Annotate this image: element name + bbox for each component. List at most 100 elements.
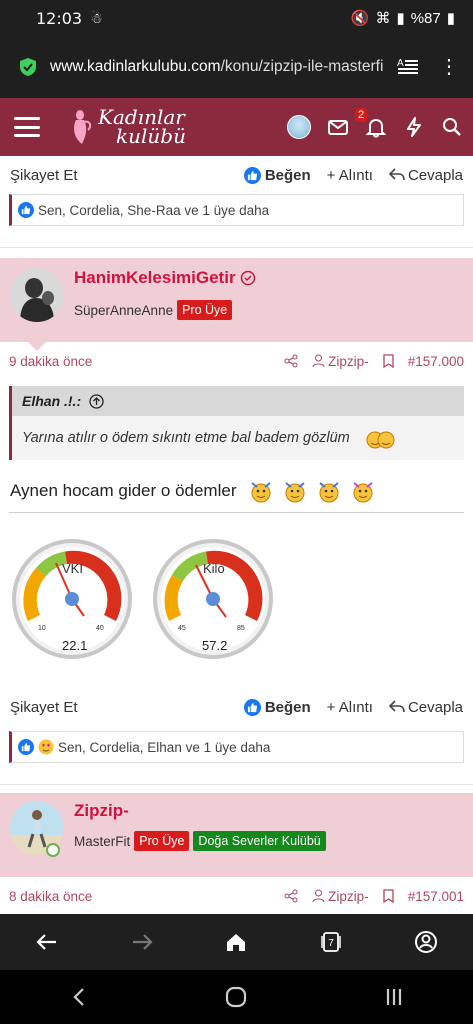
post-actions: Şikayet Et Beğen + Alıntı Cevapla — [0, 687, 473, 727]
mail-icon[interactable] — [327, 116, 349, 138]
battery-level: %87 — [410, 9, 441, 27]
post-username[interactable]: HanimKelesimiGetir — [74, 268, 256, 288]
kilo-label: Kilo — [203, 561, 225, 576]
url-domain: www.kadinlarkulubu.com — [50, 58, 221, 75]
reaction-summary[interactable]: Sen, Cordelia, Elhan ve 1 üye daha — [9, 731, 464, 763]
svg-text:7: 7 — [328, 938, 334, 949]
gauges-svg: VKI 10 40 22.1 Kilo 45 85 57.2 — [12, 539, 273, 659]
signal-icon: ▮ — [396, 10, 405, 27]
account-icon[interactable] — [413, 929, 439, 955]
status-time: 12:03 — [36, 8, 83, 28]
forward-arrow-icon[interactable] — [129, 929, 155, 955]
next-post-time[interactable]: 8 dakika önce — [9, 889, 92, 904]
notifications-button[interactable]: 2 — [355, 108, 387, 138]
vki-max: 40 — [96, 625, 104, 632]
verified-icon — [240, 270, 255, 286]
like-label: Beğen — [264, 166, 311, 184]
back-arrow-icon[interactable] — [34, 929, 60, 955]
next-post-header: Zipzip- MasterFit Pro Üye Doğa Severler … — [0, 793, 473, 877]
site-logo[interactable]: Kadınlar kulübü — [70, 107, 186, 148]
love-reaction-icon — [38, 739, 54, 755]
quote-header[interactable]: Elhan .!.: — [12, 386, 464, 416]
report-button[interactable]: Şikayet Et — [10, 699, 78, 716]
quote-body: Yarına atılır o ödem sıkıntı etme bal ba… — [12, 416, 464, 460]
post-avatar[interactable] — [10, 268, 64, 322]
smiley-icon — [250, 482, 271, 503]
status-right: 🔇 ⌘ ▮ %87 ▮ — [350, 9, 455, 28]
user-title: SüperAnneAnne — [74, 302, 174, 318]
post-header: HanimKelesimiGetir SüperAnneAnne Pro Üye — [0, 258, 473, 351]
pro-badge: Pro Üye — [134, 831, 190, 851]
user-icon — [312, 889, 325, 903]
site-header: Kadınlar kulübü 2 — [0, 98, 473, 156]
user-icon — [312, 354, 325, 368]
quote-button[interactable]: + Alıntı — [327, 167, 373, 184]
reaction-summary[interactable]: Sen, Cordelia, She-Raa ve 1 üye daha — [9, 194, 464, 226]
like-button[interactable]: Beğen — [243, 166, 311, 184]
bookmark-icon[interactable] — [383, 889, 394, 903]
tabs-icon: 7 — [321, 932, 341, 952]
bookmark-icon[interactable] — [383, 354, 394, 368]
post-time[interactable]: 9 dakika önce — [9, 354, 92, 369]
share-icon[interactable] — [284, 354, 298, 368]
smiley-icon — [318, 482, 339, 503]
menu-icon[interactable] — [14, 117, 40, 137]
thread-content: Şikayet Et Beğen + Alıntı Cevapla Sen, C… — [0, 156, 473, 914]
system-home-icon[interactable] — [223, 984, 249, 1010]
reaction-users: Sen, Cordelia, She-Raa ve 1 üye daha — [38, 202, 270, 218]
prev-post-actions: Şikayet Et Beğen + Alıntı Cevapla — [0, 156, 473, 194]
header-icons: 2 — [287, 108, 463, 139]
quote-button[interactable]: + Alıntı — [327, 699, 373, 716]
post-meta: 9 dakika önce Zipzip- #157.000 — [0, 342, 473, 380]
like-reaction-icon — [18, 739, 34, 755]
thread-author-link[interactable]: Zipzip- — [312, 354, 369, 369]
post-separator — [0, 226, 473, 248]
club-badge: Doğa Severler Kulübü — [193, 831, 326, 851]
reply-button[interactable]: Cevapla — [388, 698, 463, 716]
system-back-icon[interactable] — [66, 984, 92, 1010]
search-icon[interactable] — [441, 116, 463, 138]
reply-label: Cevapla — [407, 698, 463, 716]
signature-gauges: VKI 10 40 22.1 Kilo 45 85 57.2 — [0, 513, 473, 687]
user-avatar[interactable] — [287, 115, 311, 139]
logo-line2: kulübü — [116, 124, 186, 148]
system-nav-bar — [0, 970, 473, 1024]
thread-tag: Zipzip- — [328, 353, 369, 369]
report-button[interactable]: Şikayet Et — [10, 167, 78, 184]
like-button[interactable]: Beğen — [243, 698, 311, 716]
like-reaction-icon — [18, 202, 34, 218]
quote-block: Elhan .!.: Yarına atılır o ödem sıkıntı … — [9, 386, 464, 460]
next-post-username[interactable]: Zipzip- — [74, 801, 326, 821]
system-recents-icon[interactable] — [381, 984, 407, 1010]
secure-shield-icon — [20, 58, 36, 76]
post-number[interactable]: #157.000 — [408, 354, 464, 369]
like-icon — [243, 166, 261, 184]
vki-value: 22.1 — [62, 638, 87, 653]
tabs-button[interactable]: 7 — [318, 929, 344, 955]
thread-author-link[interactable]: Zipzip- — [312, 889, 369, 904]
jump-up-icon[interactable] — [89, 393, 104, 409]
post-text: Aynen hocam gider o ödemler — [10, 481, 237, 500]
home-icon[interactable] — [223, 929, 249, 955]
share-icon[interactable] — [284, 889, 298, 903]
pro-badge: Pro Üye — [177, 300, 233, 320]
url-text[interactable]: www.kadinlarkulubu.com/konu/zipzip-ile-m… — [50, 58, 387, 76]
thread-tag: Zipzip- — [328, 888, 369, 904]
next-user-title: MasterFit — [74, 833, 131, 849]
vki-min: 10 — [38, 625, 46, 632]
post-number[interactable]: #157.001 — [408, 889, 464, 904]
status-bar: 12:03 ☃ 🔇 ⌘ ▮ %87 ▮ — [0, 0, 473, 36]
browser-url-bar[interactable]: www.kadinlarkulubu.com/konu/zipzip-ile-m… — [0, 36, 473, 98]
reply-icon — [388, 168, 405, 181]
smiley-icon — [352, 482, 373, 503]
reader-mode-icon[interactable]: A — [397, 57, 419, 77]
reply-button[interactable]: Cevapla — [388, 167, 463, 184]
svg-text:A: A — [397, 58, 404, 69]
like-label: Beğen — [264, 698, 311, 716]
battery-icon: ▮ — [446, 10, 455, 27]
lightning-icon[interactable] — [403, 116, 425, 138]
browser-menu-icon[interactable]: ⋮ — [439, 57, 459, 77]
smiley-icon — [284, 482, 305, 503]
reply-icon — [388, 700, 405, 713]
mute-icon: 🔇 — [350, 10, 370, 27]
